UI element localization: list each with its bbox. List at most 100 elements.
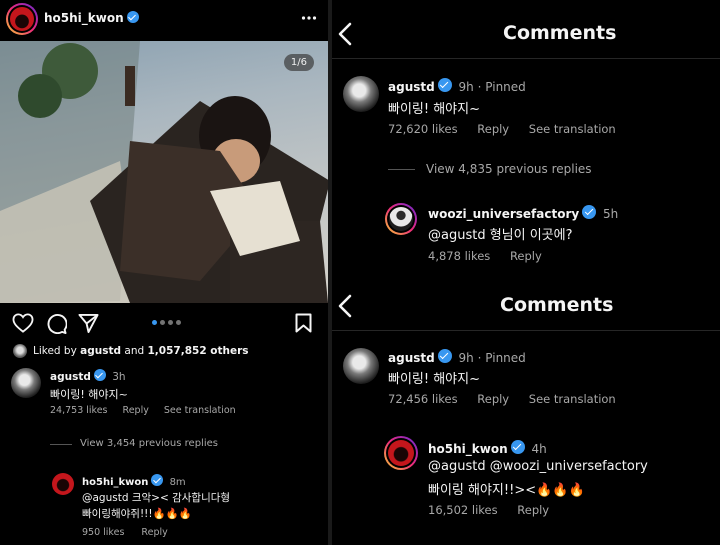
comment-username[interactable]: agustd [50,371,91,383]
post-panel: ho5hi_kwon 1/6 Liked by agustd and 1,057… [0,0,328,545]
reply-avatar[interactable] [385,203,417,235]
reply-avatar[interactable] [384,436,418,470]
reply-header: ho5hi_kwon 8m [82,474,186,488]
comment-header: agustd 3h [50,369,126,383]
view-previous-replies[interactable]: View 4,835 previous replies [426,162,592,176]
reply-likes[interactable]: 16,502 likes [428,503,498,517]
reply-username[interactable]: woozi_universefactory [428,207,579,221]
bookmark-icon[interactable] [295,313,312,337]
verified-badge-icon [437,349,452,363]
pinned-label: Pinned [485,80,526,94]
reply-likes[interactable]: 4,878 likes [428,249,490,263]
reply-button[interactable]: Reply [477,392,509,406]
comment-meta: 72,620 likes Reply See translation [388,122,616,136]
comment-likes[interactable]: 72,456 likes [388,392,458,406]
reply-text-line1: @agustd 크악>< 감사합니다형 [82,492,231,504]
photo-counter-badge: 1/6 [283,54,314,71]
photo-scene [0,41,328,303]
comment-header: agustd 9h · Pinned [388,349,526,365]
carousel-dot-active [152,320,157,325]
heart-icon[interactable] [12,313,34,337]
comment-likes[interactable]: 24,753 likes [50,405,108,416]
carousel-dot [168,320,173,325]
comment-time: 3h [112,371,126,383]
page-title: Comments [503,22,617,44]
verified-badge-icon [510,440,525,454]
comment-text: 빠이링! 해야지~ [50,388,128,401]
reply-header: woozi_universefactory 5h [428,205,618,221]
reply-meta: 950 likes Reply [82,527,168,538]
comment-text: 빠이링! 해야지~ [388,372,480,387]
reply-meta: 4,878 likes Reply [428,249,542,263]
pinned-separator: · [477,351,482,365]
more-horizontal-icon[interactable] [301,10,317,26]
comment-time: 9h [458,80,474,94]
replies-divider [50,444,72,445]
reply-time: 5h [603,207,619,221]
reply-time: 4h [531,442,547,456]
avatar [8,5,36,33]
reply-avatar[interactable] [52,473,74,495]
reply-username[interactable]: ho5hi_kwon [428,442,508,456]
post-author-avatar[interactable] [6,3,38,35]
comments-panel-bottom: Comments agustd 9h · Pinned 빠이링! 해야지~ 72… [332,285,720,545]
liked-by-text[interactable]: Liked by agustd and 1,057,852 others [33,345,249,357]
see-translation-button[interactable]: See translation [529,392,616,406]
comment-icon[interactable] [46,313,68,338]
comment-likes[interactable]: 72,620 likes [388,122,458,136]
carousel-dot [160,320,165,325]
carousel-dot [176,320,181,325]
comment-avatar[interactable] [11,368,41,398]
verified-badge-icon [151,474,164,486]
header-divider [332,330,720,331]
reply-header: ho5hi_kwon 4h [428,440,547,456]
reply-likes[interactable]: 950 likes [82,527,124,538]
header-divider [332,58,720,59]
comment-header: agustd 9h · Pinned [388,78,526,94]
reply-button[interactable]: Reply [510,249,542,263]
send-icon[interactable] [78,313,99,338]
reply-time: 8m [169,477,186,488]
comment-meta: 72,456 likes Reply See translation [388,392,616,406]
verified-badge-icon [582,205,597,219]
avatar-image [388,440,414,466]
reply-button[interactable]: Reply [517,503,549,517]
verified-badge-icon [126,11,139,23]
comment-avatar[interactable] [343,76,379,112]
avatar-image [10,7,34,31]
post-author-username[interactable]: ho5hi_kwon [44,11,139,25]
reply-text: @agustd 형님이 이곳에? [428,228,573,243]
reply-meta: 16,502 likes Reply [428,503,549,517]
verified-badge-icon [437,78,452,92]
page-title: Comments [500,294,614,316]
comment-username[interactable]: agustd [388,80,435,94]
replies-divider [388,169,415,170]
comment-text: 빠이링! 해야지~ [388,102,480,117]
reply-button[interactable]: Reply [477,122,509,136]
comment-meta: 24,753 likes Reply See translation [50,405,236,416]
comment-username[interactable]: agustd [388,351,435,365]
back-chevron-icon[interactable] [338,294,352,322]
pinned-label: Pinned [485,351,526,365]
see-translation-button[interactable]: See translation [164,405,236,416]
liked-by-avatar [13,344,27,358]
verified-badge-icon [93,369,106,381]
avatar-image [389,207,413,231]
reply-text-line2: 빠이링 해야지!!><🔥🔥🔥 [428,483,585,498]
reply-button[interactable]: Reply [123,405,149,416]
pinned-separator: · [477,80,482,94]
reply-button[interactable]: Reply [141,527,167,538]
comment-time: 9h [458,351,474,365]
reply-text-line2: 빠이링해야쥐!!!🔥🔥🔥 [82,508,192,520]
see-translation-button[interactable]: See translation [529,122,616,136]
post-photo[interactable]: 1/6 [0,41,328,303]
reply-text-line1: @agustd @woozi_universefactory [428,459,648,474]
avatar [386,438,416,468]
reply-username[interactable]: ho5hi_kwon [82,477,148,488]
back-chevron-icon[interactable] [338,22,352,50]
avatar [387,205,415,233]
view-previous-replies[interactable]: View 3,454 previous replies [80,438,218,449]
comment-avatar[interactable] [343,348,379,384]
carousel-dots [152,320,182,326]
comments-panel-top: Comments agustd 9h · Pinned 빠이링! 해야지~ 72… [332,0,720,285]
